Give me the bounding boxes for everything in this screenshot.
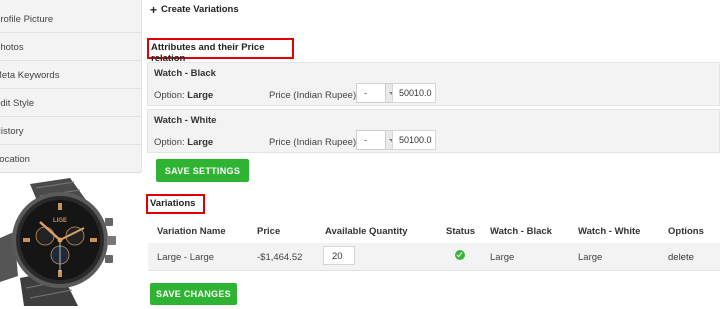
option-text: Option: Large [154,90,213,101]
variation-name-cell: Large - Large [157,252,215,263]
sidebar-item-label: History [0,126,24,137]
create-variations-link[interactable]: + Create Variations [150,2,239,17]
attribute-row-watch-white: Watch - White Option: Large Price (India… [147,109,720,153]
option-label: Option: [154,137,185,148]
price-amount-input[interactable]: 50100.0 [392,130,436,150]
sidebar-item-label: Profile Picture [0,14,54,25]
watch-black-cell: Large [490,252,515,263]
attribute-title: Watch - Black [154,68,216,79]
column-header: Watch - White [578,226,641,237]
plus-icon: + [150,2,158,17]
option-value: Large [187,137,214,148]
option-text: Option: Large [154,137,213,148]
price-sign-value: - [364,135,367,145]
option-label: Option: [154,90,185,101]
create-variations-label: Create Variations [161,4,239,15]
sidebar-item-label: Photos [0,42,24,53]
price-label: Price (Indian Rupee): [269,137,359,148]
price-cell: -$1,464.52 [257,252,303,263]
delete-link[interactable]: delete [668,252,694,263]
column-header: Watch - Black [490,226,552,237]
price-sign-value: - [364,88,367,98]
attributes-heading-text: Attributes and their Price relation [151,42,265,64]
watch-image: LIGE [0,178,116,306]
sidebar-item-profile-picture[interactable]: Profile Picture [0,6,141,33]
table-header: Variation Name Price Available Quantity … [148,219,720,244]
sidebar-item-label: Location [0,154,30,165]
price-label: Price (Indian Rupee): [269,90,359,101]
column-header: Available Quantity [325,226,408,237]
sidebar-item-history[interactable]: History [0,118,141,145]
sidebar: Profile Picture Photos Meta Keywords Edi… [0,0,142,173]
price-sign-select[interactable]: - [356,83,397,103]
save-changes-button[interactable]: SAVE CHANGES [150,283,237,305]
product-image: LIGE [0,178,126,306]
sidebar-item-label: Edit Style [0,98,35,109]
table-row: Large - Large -$1,464.52 20 Large Large … [148,243,720,271]
price-sign-select[interactable]: - [356,130,397,150]
sidebar-item-meta-keywords[interactable]: Meta Keywords [0,62,141,89]
attributes-heading: Attributes and their Price relation [147,38,294,64]
brand-logo: LIGE [53,218,67,224]
variations-heading-text: Variations [150,198,196,209]
column-header: Price [257,226,281,237]
price-amount-input[interactable]: 50010.0 [392,83,436,103]
column-header: Options [668,226,704,237]
status-check-icon[interactable] [455,250,465,260]
save-settings-button[interactable]: SAVE SETTINGS [156,159,249,182]
sidebar-item-edit-style[interactable]: Edit Style [0,90,141,117]
attribute-title: Watch - White [154,115,217,126]
sidebar-item-label: Meta Keywords [0,70,60,81]
column-header: Variation Name [157,226,226,237]
column-header: Status [446,226,476,237]
attribute-row-watch-black: Watch - Black Option: Large Price (India… [147,62,720,106]
watch-white-cell: Large [578,252,603,263]
sidebar-item-photos[interactable]: Photos [0,34,141,61]
quantity-input[interactable]: 20 [323,246,355,265]
option-value: Large [187,90,214,101]
sidebar-item-location[interactable]: Location [0,146,141,173]
variations-heading: Variations [146,194,205,214]
